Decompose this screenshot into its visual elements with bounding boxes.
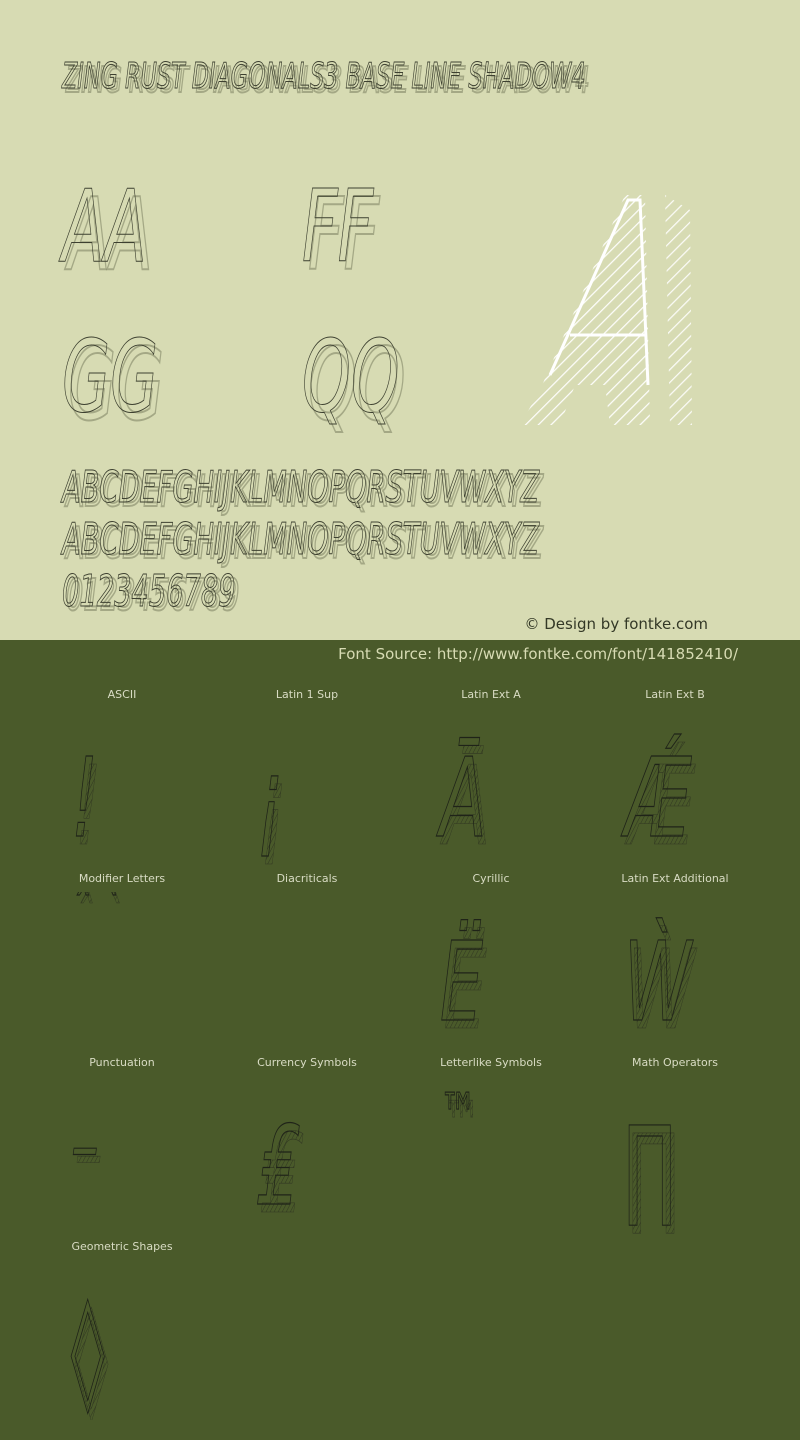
unicode-block-cell: Math Operators ∏ ∏ (583, 1056, 767, 1240)
unicode-block-label: Cyrillic (472, 872, 510, 885)
unicode-block-cell: Currency Symbols ₤ ₤ (215, 1056, 399, 1240)
unicode-block-label: Latin Ext Additional (621, 872, 729, 885)
unicode-block-cell: Latin Ext A ĀĀ (399, 688, 583, 872)
unicode-block-label: Modifier Letters (78, 872, 166, 885)
unicode-block-cell: Letterlike Symbols ™ ™ (399, 1056, 583, 1240)
unicode-block-cell: Punctuation – – (30, 1056, 214, 1240)
sample-pair-aa: AA (62, 168, 147, 286)
unicode-block-glyph: ẀẀ (623, 917, 697, 1052)
unicode-block-glyph: ¡¡ (255, 733, 287, 868)
glyph-outline: ∏ (624, 1102, 676, 1231)
unicode-block-cell: ASCII!! (30, 688, 214, 872)
unicode-block-label: Punctuation (89, 1056, 155, 1069)
unicode-block-glyph: ЁЁ (439, 917, 487, 1052)
unicode-block-cell: Latin Ext Additional Ẁ Ẁ (583, 872, 767, 1056)
unicode-block-cell: Diacriticals (215, 872, 399, 1056)
feature-glyph-a (520, 195, 692, 425)
unicode-block-label: Math Operators (632, 1056, 718, 1069)
glyph-outline: Ẁ (624, 918, 694, 1047)
unicode-block-glyph: !! (70, 733, 102, 868)
sample-pair-qq: QQ (302, 318, 400, 436)
glyph-outline: Ё (440, 918, 483, 1047)
unicode-block-label: Geometric Shapes (71, 1240, 173, 1253)
uppercase-line-1: ABCDEFGHIJKLMNOPQRSTUVWXYZ (62, 462, 540, 514)
glyph-outline: ! (71, 734, 98, 863)
uppercase-line-2: ABCDEFGHIJKLMNOPQRSTUVWXYZ (62, 514, 540, 566)
unicode-block-glyph: –– (70, 1093, 102, 1206)
design-credit: © Design by fontke.com (524, 615, 708, 633)
sample-pair-gg: GG (62, 318, 159, 436)
glyph-outline: ˆ ˋ (71, 892, 120, 946)
unicode-block-label: Diacriticals (276, 872, 338, 885)
unicode-block-glyph (215, 892, 399, 1052)
unicode-block-label: Currency Symbols (257, 1056, 357, 1069)
glyph-outline: Ǽ (620, 734, 692, 863)
unicode-block-label: ASCII (107, 688, 137, 701)
unicode-block-cell: Latin Ext B ǼǼ (583, 688, 767, 872)
unicode-block-glyph: ™™ (439, 1080, 481, 1158)
glyph-outline: Ā (436, 734, 486, 863)
font-source-link[interactable]: Font Source: http://www.fontke.com/font/… (338, 645, 738, 663)
glyph-outline: ™ (440, 1081, 477, 1151)
font-title: ZING RUST DIAGONALS3 BASE LINE SHADOW4 (62, 56, 586, 98)
unicode-block-label: Latin Ext A (461, 688, 521, 701)
unicode-block-glyph: ˆ ˋˆ ˋ (70, 892, 123, 955)
glyph-outline: – (71, 1093, 99, 1198)
unicode-block-glyph: ◊◊ (70, 1285, 108, 1420)
glyph-outline: ◊ (71, 1286, 105, 1415)
unicode-block-glyph: ₤₤ (255, 1101, 303, 1236)
unicode-block-glyph: ∏∏ (623, 1101, 679, 1236)
glyph-outline: ¡ (256, 734, 283, 863)
glyph-outline: ₤ (256, 1102, 300, 1231)
unicode-block-cell: Latin 1 Sup ¡ ¡ (215, 688, 399, 872)
unicode-block-glyph: ĀĀ (436, 733, 491, 868)
digits-line: 0123456789 (62, 566, 236, 618)
unicode-block-label: Letterlike Symbols (440, 1056, 542, 1069)
preview-panel: ZING RUST DIAGONALS3 BASE LINE SHADOW4 Z… (0, 0, 800, 640)
unicode-block-cell: Modifier Letters ˆ ˋˆ ˋ (30, 872, 214, 1056)
unicode-block-glyph: ǼǼ (620, 733, 696, 868)
unicode-block-cell: Geometric Shapes ◊ ◊ (30, 1240, 214, 1424)
unicode-block-cell: Cyrillic Ё Ё (399, 872, 583, 1056)
sample-pair-ff: FF (302, 168, 374, 286)
unicode-block-label: Latin Ext B (645, 688, 705, 701)
unicode-block-label: Latin 1 Sup (275, 688, 339, 701)
